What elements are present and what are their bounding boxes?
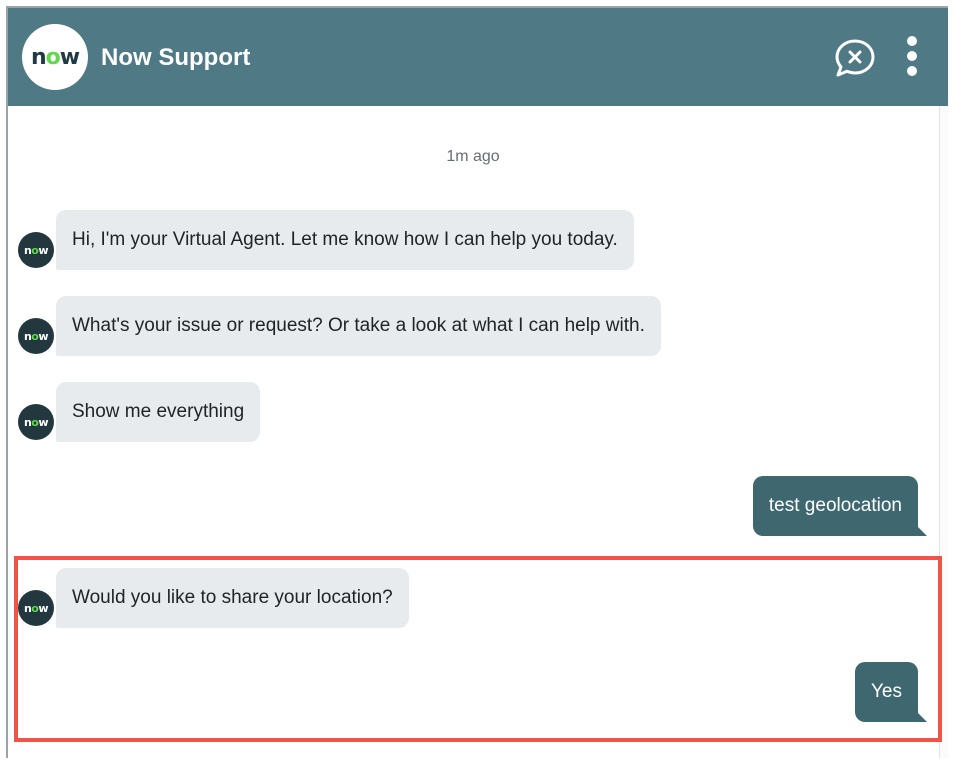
chat-header: now Now Support — [8, 8, 948, 106]
now-logo: now — [22, 24, 88, 90]
agent-message: Would you like to share your location? — [56, 568, 409, 628]
end-chat-icon — [835, 39, 875, 77]
message-timestamp: 1m ago — [446, 148, 500, 165]
vertical-ellipsis-icon — [907, 36, 917, 46]
agent-message: What's your issue or request? Or take a … — [56, 296, 661, 356]
chat-transcript: 1m ago now Hi, I'm your Virtual Agent. L… — [8, 106, 938, 758]
agent-avatar: now — [18, 404, 54, 440]
agent-avatar: now — [18, 318, 54, 354]
chat-window: now Now Support 1m ago now Hi, I'm your … — [6, 6, 948, 758]
user-message: test geolocation — [752, 476, 928, 536]
agent-avatar: now — [18, 590, 54, 626]
agent-message: Show me everything — [56, 382, 261, 442]
chat-scrollbar[interactable] — [939, 106, 948, 758]
user-message: Yes — [855, 662, 927, 722]
agent-message: Hi, I'm your Virtual Agent. Let me know … — [56, 210, 634, 270]
more-options-button[interactable] — [901, 36, 923, 82]
chat-title: Now Support — [101, 44, 251, 71]
agent-avatar: now — [18, 232, 54, 268]
end-chat-button[interactable] — [834, 38, 876, 78]
